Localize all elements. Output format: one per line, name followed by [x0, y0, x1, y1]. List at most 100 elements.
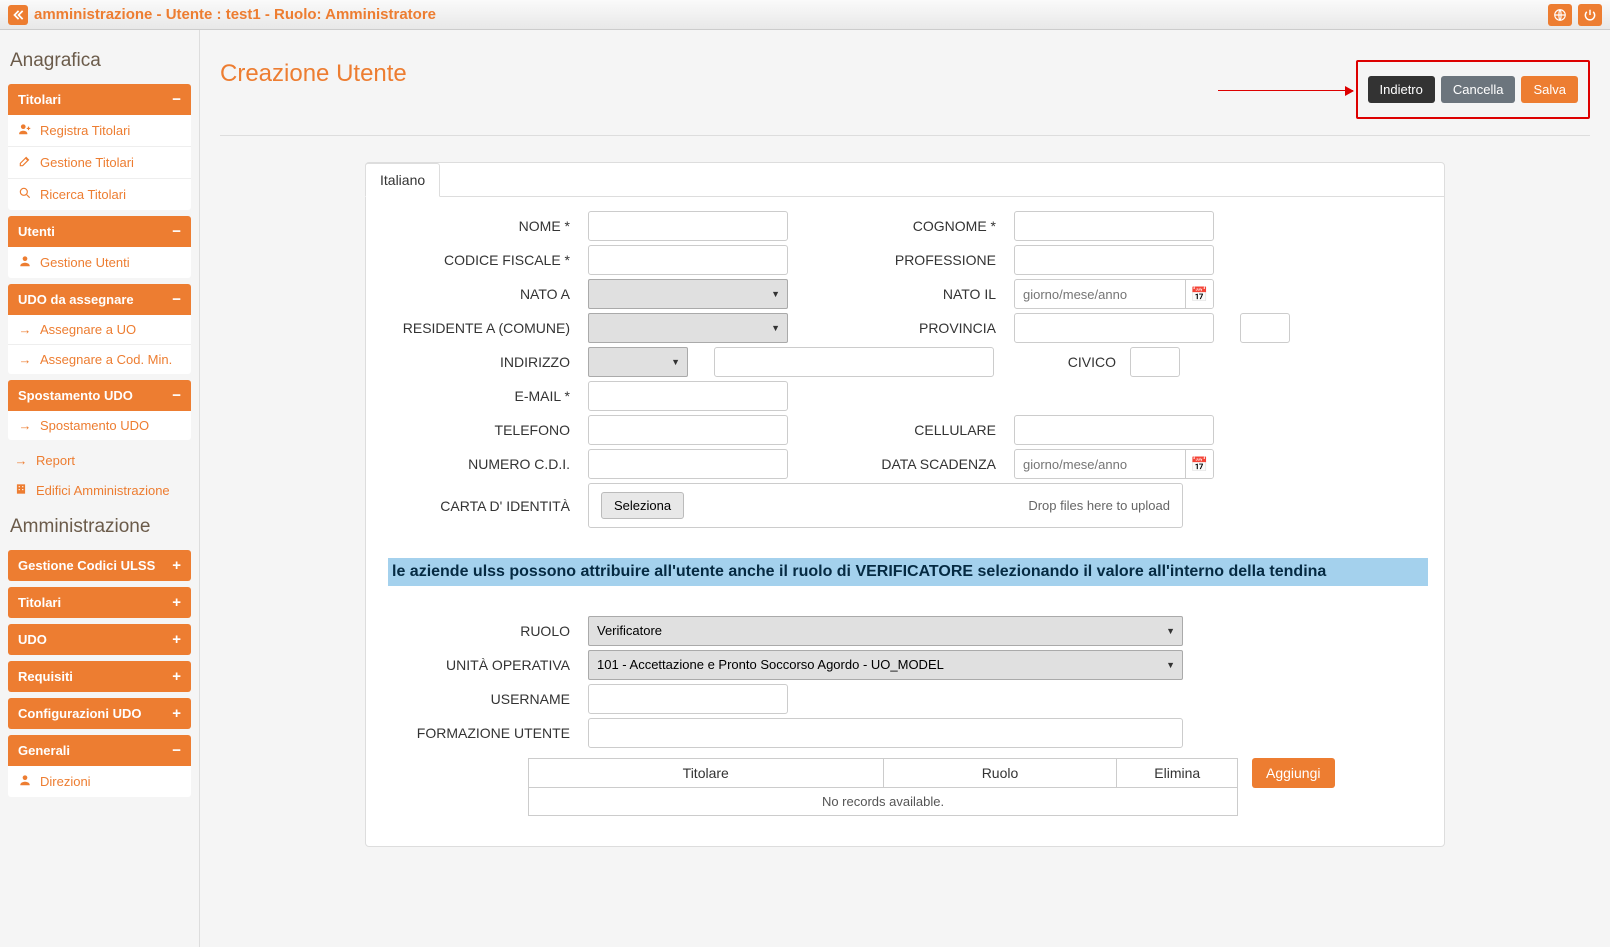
indirizzo-input[interactable] [714, 347, 994, 377]
sidebar-panel-generali[interactable]: Generali − [8, 735, 191, 766]
minus-icon: − [172, 387, 181, 404]
sidebar-item-ricerca-titolari[interactable]: Ricerca Titolari [8, 179, 191, 210]
sidebar-item-direzioni[interactable]: Direzioni [8, 766, 191, 797]
col-elimina: Elimina [1117, 758, 1238, 787]
table-empty: No records available. [529, 787, 1238, 815]
sidebar-heading-amministrazione: Amministrazione [10, 516, 191, 538]
sidebar-item-spostamento-udo[interactable]: → Spostamento UDO [8, 411, 191, 440]
natoil-input[interactable] [1015, 287, 1185, 302]
label-natoil: NATO IL [814, 286, 1014, 302]
label-formazione: FORMAZIONE UTENTE [388, 725, 588, 741]
arrow-right-icon: → [18, 418, 32, 433]
sidebar-panel-config-udo[interactable]: Configurazioni UDO+ [8, 698, 191, 729]
provincia-code-input[interactable] [1240, 313, 1290, 343]
sidebar-panel-udo[interactable]: UDO + [8, 624, 191, 655]
cancel-button[interactable]: Cancella [1441, 76, 1516, 103]
label-professione: PROFESSIONE [814, 252, 1014, 268]
unita-select[interactable]: 101 - Accettazione e Pronto Soccorso Ago… [588, 650, 1183, 680]
sidebar-panel-titolari2[interactable]: Titolari + [8, 587, 191, 618]
label-provincia: PROVINCIA [814, 320, 1014, 336]
sidebar-item-assegnare-codmin[interactable]: → Assegnare a Cod. Min. [8, 345, 191, 374]
user-plus-icon [18, 122, 32, 139]
file-drop-area[interactable]: Seleziona Drop files here to upload [588, 483, 1183, 528]
save-button[interactable]: Salva [1521, 76, 1578, 103]
nome-input[interactable] [588, 211, 788, 241]
formazione-input[interactable] [588, 718, 1183, 748]
sidebar-item-label: Spostamento UDO [40, 418, 149, 433]
ruolo-select[interactable]: Verificatore [588, 616, 1183, 646]
sidebar-panel-gest-codici[interactable]: Gestione Codici ULSS+ [8, 550, 191, 581]
panel-label: UDO da assegnare [18, 292, 134, 307]
plus-icon: + [172, 705, 181, 722]
power-button[interactable] [1578, 4, 1602, 26]
label-natoa: NATO A [388, 286, 588, 302]
minus-icon: − [172, 91, 181, 108]
form-card: Italiano NOME * COGNOME * CODICE FISCALE… [365, 162, 1445, 847]
indirizzo-type-select[interactable] [588, 347, 688, 377]
sidebar-collapse-button[interactable] [8, 5, 28, 25]
panel-label: Titolari [18, 595, 61, 610]
info-note: le aziende ulss possono attribuire all'u… [388, 558, 1428, 586]
sidebar-item-label: Registra Titolari [40, 123, 130, 138]
sidebar-item-gestione-utenti[interactable]: Gestione Utenti [8, 247, 191, 278]
label-ruolo: RUOLO [388, 623, 588, 639]
search-icon [18, 186, 32, 203]
roles-table: Titolare Ruolo Elimina No records availa… [528, 758, 1238, 816]
sidebar-item-label: Ricerca Titolari [40, 187, 126, 202]
plus-icon: + [172, 594, 181, 611]
globe-button[interactable] [1548, 4, 1572, 26]
file-hint: Drop files here to upload [1028, 498, 1170, 513]
cellulare-input[interactable] [1014, 415, 1214, 445]
sidebar-item-assegnare-uo[interactable]: → Assegnare a UO [8, 315, 191, 345]
label-nome: NOME * [388, 218, 588, 234]
back-button[interactable]: Indietro [1368, 76, 1435, 103]
minus-icon: − [172, 742, 181, 759]
label-carta: CARTA D' IDENTITÀ [388, 498, 588, 514]
app-title: amministrazione - Utente : test1 - Ruolo… [34, 6, 436, 23]
sidebar-link-report[interactable]: → Report [8, 446, 191, 475]
tab-italiano[interactable]: Italiano [365, 163, 440, 197]
sidebar-item-registra-titolari[interactable]: Registra Titolari [8, 115, 191, 147]
sidebar-panel-requisiti[interactable]: Requisiti+ [8, 661, 191, 692]
sidebar-panel-titolari[interactable]: Titolari − [8, 84, 191, 115]
sidebar-item-gestione-titolari[interactable]: Gestione Titolari [8, 147, 191, 179]
professione-input[interactable] [1014, 245, 1214, 275]
user-icon [18, 773, 32, 790]
scadenza-input[interactable] [1015, 457, 1185, 472]
sidebar-item-label: Assegnare a Cod. Min. [40, 352, 172, 367]
action-buttons-highlight: Indietro Cancella Salva [1356, 60, 1591, 119]
calendar-icon[interactable]: 📅 [1185, 450, 1213, 478]
natoa-select[interactable] [588, 279, 788, 309]
sidebar-panel-spostamento[interactable]: Spostamento UDO − [8, 380, 191, 411]
sidebar-link-edifici[interactable]: Edifici Amministrazione [8, 475, 191, 506]
sidebar-item-label: Assegnare a UO [40, 322, 136, 337]
panel-label: Gestione Codici ULSS [18, 558, 155, 573]
provincia-input[interactable] [1014, 313, 1214, 343]
sidebar-item-label: Gestione Utenti [40, 255, 130, 270]
codfisc-input[interactable] [588, 245, 788, 275]
col-titolare: Titolare [529, 758, 884, 787]
calendar-icon[interactable]: 📅 [1185, 280, 1213, 308]
residente-select[interactable] [588, 313, 788, 343]
sidebar-link-label: Report [36, 453, 75, 468]
topbar: amministrazione - Utente : test1 - Ruolo… [0, 0, 1610, 30]
label-telefono: TELEFONO [388, 422, 588, 438]
plus-icon: + [172, 631, 181, 648]
sidebar-panel-utenti[interactable]: Utenti − [8, 216, 191, 247]
username-input[interactable] [588, 684, 788, 714]
sidebar-heading-anagrafica: Anagrafica [10, 50, 191, 72]
add-button[interactable]: Aggiungi [1252, 758, 1335, 788]
label-username: USERNAME [388, 691, 588, 707]
panel-label: UDO [18, 632, 47, 647]
email-input[interactable] [588, 381, 788, 411]
panel-label: Generali [18, 743, 70, 758]
sidebar-item-label: Gestione Titolari [40, 155, 134, 170]
cdi-input[interactable] [588, 449, 788, 479]
telefono-input[interactable] [588, 415, 788, 445]
file-select-button[interactable]: Seleziona [601, 492, 684, 519]
label-email: E-MAIL * [388, 388, 588, 404]
sidebar-panel-udo-assegnare[interactable]: UDO da assegnare − [8, 284, 191, 315]
edit-icon [18, 154, 32, 171]
civico-input[interactable] [1130, 347, 1180, 377]
cognome-input[interactable] [1014, 211, 1214, 241]
